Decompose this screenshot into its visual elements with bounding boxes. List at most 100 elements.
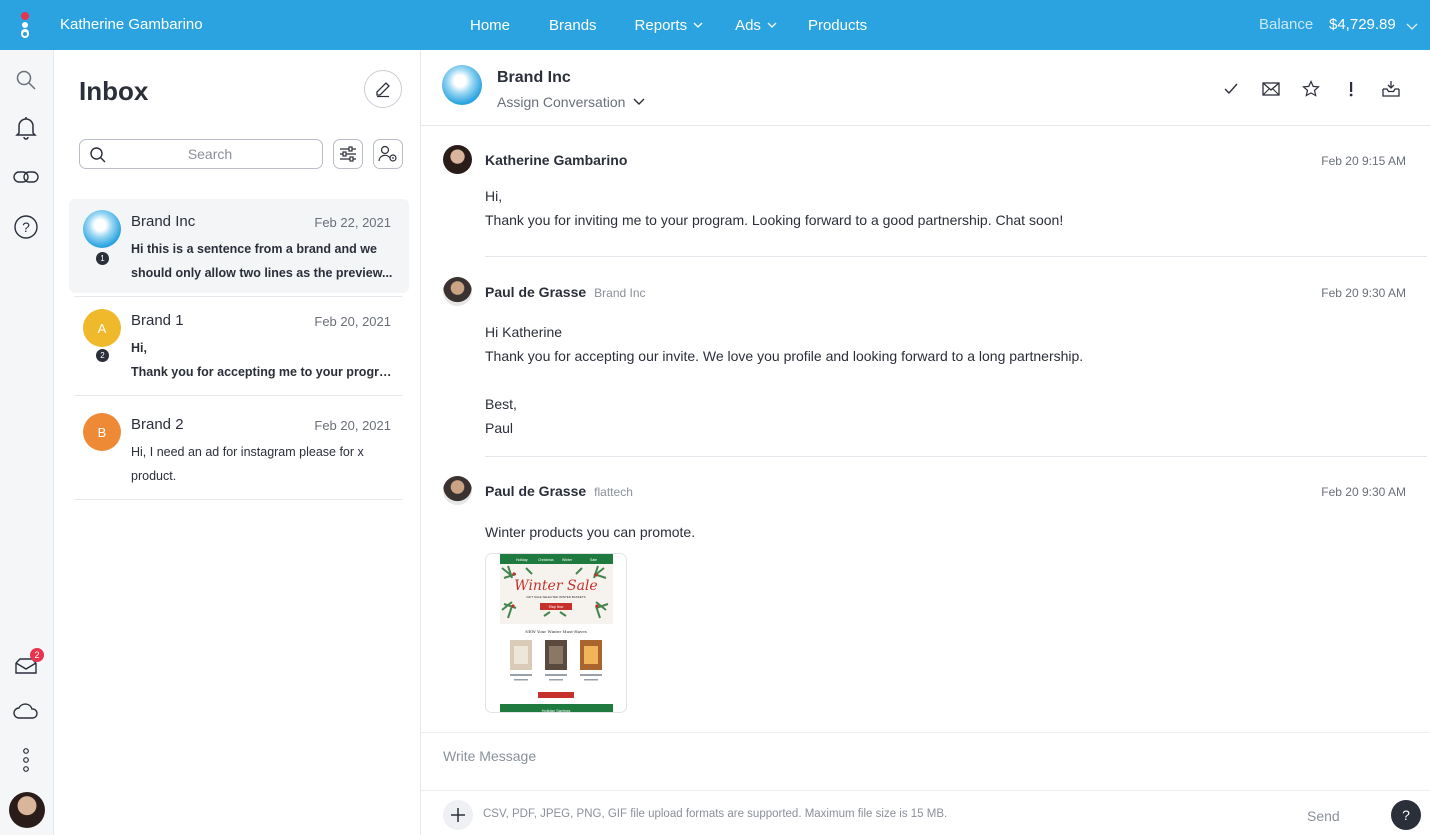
section-title-text: NEW Your Winter Must-Haves — [525, 629, 587, 634]
nav-text: Holiday — [516, 558, 528, 562]
sender-name-text: Paul de Grasse — [485, 483, 587, 499]
link-icon[interactable] — [13, 164, 39, 190]
sender-name: Katherine Gambarino — [485, 152, 627, 168]
message-line — [485, 368, 1083, 392]
list-divider — [74, 499, 402, 500]
search-field — [79, 139, 323, 169]
brand-avatar — [83, 210, 121, 248]
star-icon[interactable] — [1291, 78, 1331, 100]
assign-conversation-dropdown[interactable]: Assign Conversation — [497, 94, 645, 110]
message-line: Paul — [485, 420, 514, 436]
nav-text: Winter — [562, 558, 573, 562]
filter-button[interactable] — [333, 139, 363, 169]
nav-home[interactable]: Home — [470, 17, 510, 34]
message-body: Hi Katherine Thank you for accepting our… — [485, 320, 1083, 440]
preview-line: Hi, — [131, 341, 147, 355]
conversation-header: Brand Inc Assign Conversation — [421, 50, 1430, 126]
nav-products[interactable]: Products — [808, 17, 867, 34]
help-button[interactable]: ? — [1391, 800, 1421, 830]
exclamation-icon[interactable] — [1331, 78, 1371, 100]
conversation-preview: Hi, Thank you for accepting me to your p… — [131, 336, 393, 384]
inbox-download-icon[interactable] — [1371, 78, 1411, 100]
bell-icon[interactable] — [13, 115, 39, 141]
nav-home-label: Home — [470, 16, 511, 34]
conversation-item-brand-2[interactable]: B Brand 2 Feb 20, 2021 Hi, I need an ad … — [69, 402, 409, 498]
message-input[interactable] — [443, 744, 1403, 768]
sender-avatar — [443, 145, 472, 174]
envelope-icon[interactable] — [1251, 78, 1291, 100]
conversation-item-brand-inc[interactable]: 1 Brand Inc Feb 22, 2021 Hi this is a se… — [69, 199, 409, 293]
conversation-panel: Brand Inc Assign Conversation Katherine … — [421, 50, 1430, 835]
send-button[interactable]: Send — [1307, 808, 1340, 824]
nav-ads[interactable]: Ads — [735, 17, 777, 34]
message-line: Winter products you can promote. — [485, 524, 696, 540]
chevron-down-icon[interactable] — [1406, 20, 1418, 32]
chevron-down-icon — [767, 22, 777, 28]
sender-name: Paul de Grasse flattech — [485, 483, 633, 499]
message-body: Hi, Thank you for inviting me to your pr… — [485, 184, 1063, 232]
message-divider — [485, 256, 1427, 257]
sender-name-text: Katherine Gambarino — [485, 152, 628, 168]
compose-button[interactable] — [364, 70, 402, 108]
conversation-name: Brand 2 — [131, 416, 184, 433]
sliders-icon — [340, 146, 356, 162]
user-settings-button[interactable] — [373, 139, 403, 169]
help-circle-icon[interactable]: ? — [13, 214, 39, 240]
unread-count-badge: 1 — [96, 252, 109, 265]
upload-format-note: CSV, PDF, JPEG, PNG, GIF file upload for… — [483, 808, 948, 820]
conversation-date: Feb 22, 2021 — [314, 215, 391, 230]
more-vertical-icon[interactable] — [13, 747, 39, 773]
attachment-thumbnail[interactable]: Holiday Christmas Winter Sale Winter Sal… — [485, 553, 627, 713]
main-nav: Home Brands Reports Ads Products — [470, 0, 900, 50]
icon-sidebar: ? 2 — [0, 50, 54, 835]
message-timestamp: Feb 20 9:15 AM — [1321, 154, 1406, 168]
conversation-name: Brand 1 — [131, 312, 184, 329]
user-avatar[interactable] — [9, 792, 45, 828]
nav-ads-label: Ads — [735, 16, 761, 34]
sender-organization: flattech — [594, 485, 633, 499]
preview-line: should only allow two lines as the previ… — [131, 266, 393, 280]
top-navigation-bar: Katherine Gambarino Home Brands Reports … — [0, 0, 1430, 50]
inbox-title: Inbox — [79, 76, 149, 106]
conversation-name: Brand Inc — [131, 213, 196, 230]
unread-count-badge: 2 — [96, 349, 109, 362]
conversation-actions — [1211, 78, 1411, 100]
balance-value[interactable]: $4,729.89 — [1329, 16, 1396, 33]
composer-divider — [421, 790, 1430, 791]
search-icon[interactable] — [13, 67, 39, 93]
cta-text: Shop Now — [549, 605, 564, 609]
sender-avatar — [443, 277, 472, 306]
add-attachment-button[interactable] — [443, 800, 473, 830]
nav-text: Christmas — [538, 558, 554, 562]
conversation-date: Feb 20, 2021 — [314, 418, 391, 433]
cloud-icon[interactable] — [13, 698, 39, 724]
search-input[interactable] — [110, 144, 310, 164]
conversation-date: Feb 20, 2021 — [314, 314, 391, 329]
user-gear-icon — [378, 145, 397, 162]
account-name[interactable]: Katherine Gambarino — [60, 16, 203, 33]
check-icon[interactable] — [1211, 78, 1251, 100]
winter-sale-image: Holiday Christmas Winter Sale Winter Sal… — [486, 554, 626, 713]
assign-label: Assign Conversation — [497, 94, 626, 110]
nav-reports[interactable]: Reports — [635, 17, 704, 34]
conversation-title: Brand Inc — [497, 69, 571, 86]
brand-avatar: A — [83, 309, 121, 347]
message-line: Thank you for accepting our invite. We l… — [485, 348, 1084, 364]
balance-label: Balance — [1259, 16, 1314, 33]
pencil-icon — [376, 82, 390, 98]
nav-brands[interactable]: Brands — [549, 17, 597, 34]
footer-text: Holiday Savings — [542, 708, 571, 713]
composer-divider — [421, 732, 1430, 733]
plus-icon — [451, 808, 465, 822]
nav-brands-label: Brands — [549, 16, 597, 34]
chevron-down-icon — [633, 98, 645, 105]
conversation-item-brand-1[interactable]: A 2 Brand 1 Feb 20, 2021 Hi, Thank you f… — [69, 298, 409, 394]
brand-avatar: B — [83, 413, 121, 451]
sender-avatar — [443, 476, 472, 505]
message-item: Katherine Gambarino Feb 20 9:15 AM Hi, T… — [443, 145, 1406, 257]
message-item: Paul de Grasse Brand Inc Feb 20 9:30 AM H… — [443, 277, 1406, 457]
logo-icon[interactable] — [14, 10, 36, 40]
mail-badge: 2 — [30, 648, 44, 662]
conversation-preview: Hi, I need an ad for instagram please fo… — [131, 440, 393, 488]
message-line: Hi, — [485, 188, 503, 204]
